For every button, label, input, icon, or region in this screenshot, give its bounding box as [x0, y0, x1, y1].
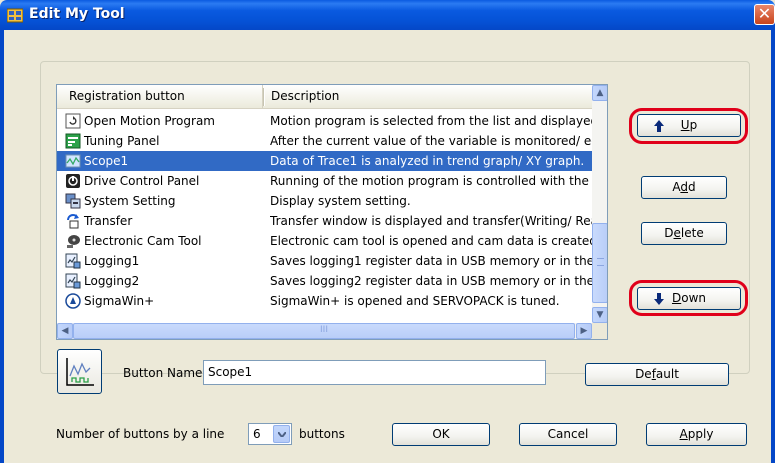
apply-button[interactable]: Apply [646, 423, 747, 446]
scroll-right-button[interactable]: ▶ [576, 323, 592, 339]
item-description: After the current value of the variable … [270, 134, 592, 148]
item-name: Scope1 [84, 154, 129, 168]
vertical-scrollbar[interactable]: ▲ ▼ [592, 85, 607, 323]
window-title: Edit My Tool [29, 6, 125, 22]
default-button[interactable]: Default [585, 363, 729, 386]
item-description: Transfer window is displayed and transfe… [270, 214, 592, 228]
scroll-left-button[interactable]: ◀ [57, 323, 73, 339]
list-item[interactable]: Transfer Transfer window is displayed an… [57, 211, 592, 231]
tool-icon [7, 8, 23, 23]
sigmawin-icon [65, 293, 81, 309]
list-header: Registration button Description [57, 85, 592, 109]
vertical-scroll-thumb[interactable] [592, 223, 607, 303]
item-description: Electronic cam tool is opened and cam da… [270, 234, 592, 248]
horizontal-scroll-thumb[interactable]: III [73, 323, 575, 339]
dropdown-button[interactable] [273, 425, 290, 443]
item-name: Open Motion Program [84, 114, 215, 128]
list-item[interactable]: Logging2 Saves logging2 register data in… [57, 271, 592, 291]
logging-icon [65, 273, 81, 289]
list-item[interactable]: Logging1 Saves logging1 register data in… [57, 251, 592, 271]
delete-button[interactable]: Delete [641, 222, 727, 245]
transfer-icon [67, 214, 79, 229]
arrow-down-icon [654, 293, 664, 305]
item-name: System Setting [84, 194, 176, 208]
list-item-selected[interactable]: Scope1 Data of Trace1 is analyzed in tre… [57, 151, 592, 171]
registration-list[interactable]: Registration button Description Open Mot… [56, 84, 608, 340]
list-item[interactable]: Open Motion Program Motion program is se… [57, 111, 592, 131]
buttons-per-line-label: Number of buttons by a line [56, 427, 225, 441]
item-name: Electronic Cam Tool [84, 234, 202, 248]
buttons-per-line-select[interactable]: 6 [248, 423, 292, 445]
close-icon: ✕ [757, 4, 772, 23]
up-button[interactable]: Up [637, 114, 741, 137]
column-header-description[interactable]: Description [265, 85, 585, 108]
arrow-up-icon [654, 120, 664, 132]
title-bar: Edit My Tool ✕ [0, 0, 775, 30]
cancel-button[interactable]: Cancel [519, 423, 617, 446]
item-description: Saves logging1 register data in USB memo… [270, 254, 592, 268]
list-item[interactable]: Electronic Cam Tool Electronic cam tool … [57, 231, 592, 251]
item-description: Data of Trace1 is analyzed in trend grap… [270, 154, 585, 168]
list-item[interactable]: Tuning Panel After the current value of … [57, 131, 592, 151]
item-name: SigmaWin+ [84, 294, 155, 308]
item-name: Transfer [84, 214, 133, 228]
scroll-down-button[interactable]: ▼ [592, 307, 607, 323]
item-name: Logging1 [84, 254, 140, 268]
item-name: Logging2 [84, 274, 140, 288]
chevron-down-icon [278, 432, 286, 437]
button-name-label: Button Name [123, 366, 203, 380]
add-button[interactable]: Add [641, 176, 727, 199]
down-button[interactable]: Down [637, 287, 741, 310]
buttons-per-line-value: 6 [253, 427, 261, 441]
scope-graph-icon [66, 358, 94, 386]
button-preview[interactable] [57, 349, 102, 394]
item-name: Drive Control Panel [84, 174, 200, 188]
item-description: SigmaWin+ is opened and SERVOPACK is tun… [270, 294, 560, 308]
column-header-registration[interactable]: Registration button [63, 85, 263, 108]
scope-icon [65, 154, 81, 168]
scroll-up-button[interactable]: ▲ [592, 85, 607, 101]
scrollbar-corner [592, 323, 607, 339]
horizontal-scrollbar[interactable]: ◀ III ▶ [57, 323, 592, 339]
list-item[interactable]: SigmaWin+ SigmaWin+ is opened and SERVOP… [57, 291, 592, 311]
ok-button[interactable]: OK [392, 423, 490, 446]
item-description: Display system setting. [270, 194, 411, 208]
drive-control-panel-icon [66, 174, 80, 188]
list-item[interactable]: System Setting Display system setting. [57, 191, 592, 211]
system-setting-icon [65, 193, 81, 209]
button-name-input[interactable]: Scope1 [203, 360, 546, 385]
item-name: Tuning Panel [84, 134, 160, 148]
open-motion-program-icon [65, 113, 81, 129]
list-item[interactable]: Drive Control Panel Running of the motio… [57, 171, 592, 191]
item-description: Motion program is selected from the list… [270, 114, 592, 128]
item-description: Saves logging2 register data in USB memo… [270, 274, 592, 288]
tuning-panel-icon [65, 133, 81, 149]
buttons-suffix-label: buttons [299, 427, 345, 441]
electronic-cam-tool-icon [67, 235, 80, 248]
close-button[interactable]: ✕ [754, 4, 775, 25]
logging-icon [65, 253, 81, 269]
item-description: Running of the motion program is control… [270, 174, 592, 188]
